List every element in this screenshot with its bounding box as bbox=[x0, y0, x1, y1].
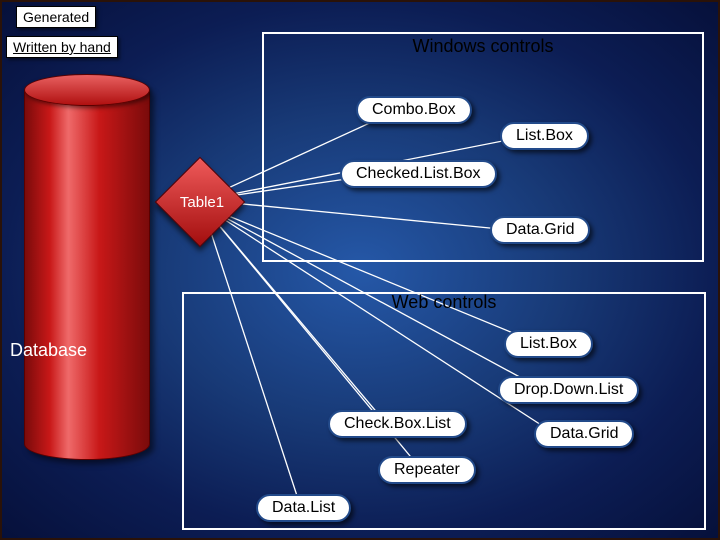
checkedlistbox-pill: Checked.List.Box bbox=[340, 160, 497, 188]
written-by-hand-label: Written by hand bbox=[6, 36, 118, 58]
database-label: Database bbox=[10, 340, 87, 361]
database-cylinder-top bbox=[24, 74, 150, 106]
dropdownlist-pill: Drop.Down.List bbox=[498, 376, 639, 404]
database-cylinder bbox=[24, 90, 150, 460]
datalist-pill: Data.List bbox=[256, 494, 351, 522]
listbox-pill: List.Box bbox=[500, 122, 589, 150]
checkboxlist-pill: Check.Box.List bbox=[328, 410, 467, 438]
web-controls-title: Web controls bbox=[388, 292, 501, 313]
generated-label: Generated bbox=[16, 6, 96, 28]
windows-controls-title: Windows controls bbox=[408, 36, 557, 57]
windows-controls-panel: Windows controls bbox=[262, 32, 704, 262]
listbox-web-pill: List.Box bbox=[504, 330, 593, 358]
combobox-pill: Combo.Box bbox=[356, 96, 472, 124]
datagrid-win-pill: Data.Grid bbox=[490, 216, 590, 244]
table1-label: Table1 bbox=[176, 194, 228, 211]
repeater-pill: Repeater bbox=[378, 456, 476, 484]
datagrid-web-pill: Data.Grid bbox=[534, 420, 634, 448]
